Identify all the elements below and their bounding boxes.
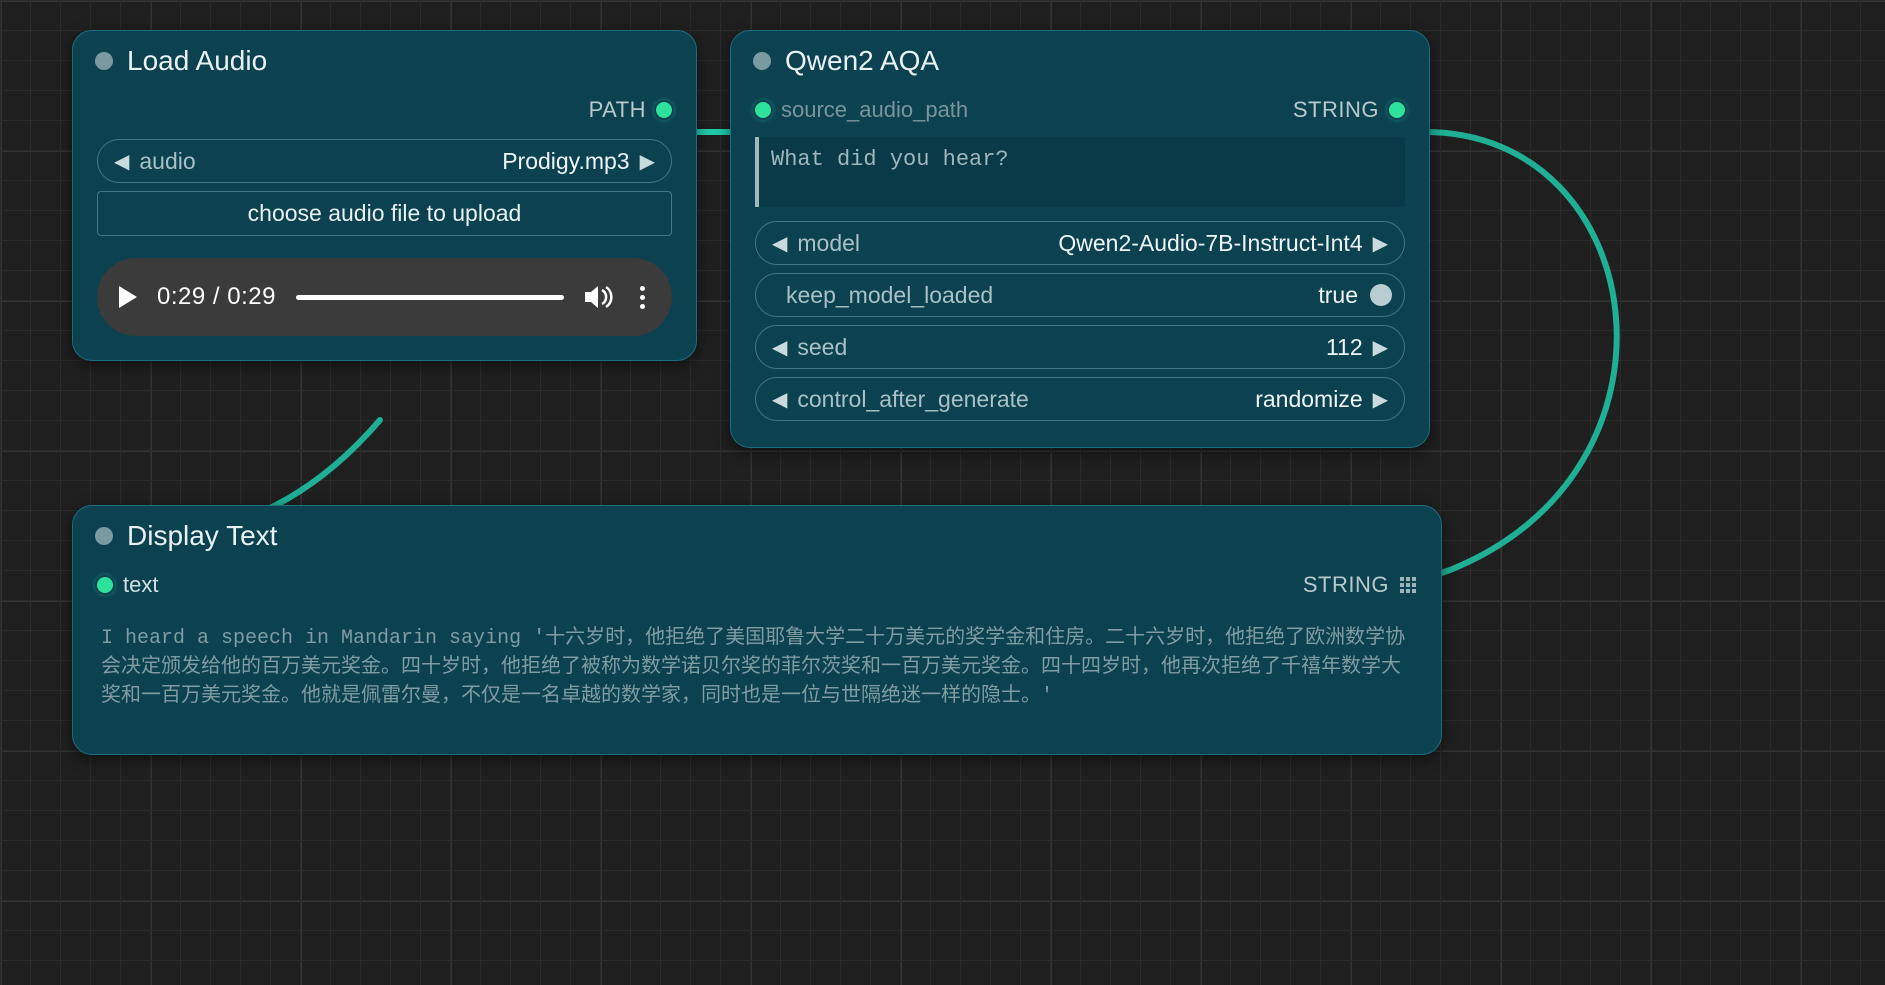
play-icon[interactable] (119, 286, 137, 308)
widget-label: control_after_generate (791, 386, 1028, 413)
chevron-left-icon[interactable]: ◀ (110, 149, 133, 174)
io-row: source_audio_path STRING (749, 93, 1411, 131)
node-load-audio[interactable]: Load Audio PATH ◀ audio Prodigy.mp3 ▶ ch… (72, 30, 697, 361)
upload-label: choose audio file to upload (248, 200, 522, 226)
control-after-generate-selector[interactable]: ◀ control_after_generate randomize ▶ (755, 377, 1405, 421)
widget-value: Qwen2-Audio-7B-Instruct-Int4 (860, 230, 1369, 257)
collapse-dot-icon[interactable] (753, 52, 771, 70)
chevron-left-icon[interactable]: ◀ (768, 387, 791, 412)
chevron-right-icon[interactable]: ▶ (1369, 335, 1392, 360)
chevron-right-icon[interactable]: ▶ (636, 149, 659, 174)
node-qwen2-aqa[interactable]: Qwen2 AQA source_audio_path STRING What … (730, 30, 1430, 448)
widget-label: audio (133, 148, 195, 175)
chevron-right-icon[interactable]: ▶ (1369, 231, 1392, 256)
widget-value: Prodigy.mp3 (196, 148, 636, 175)
widget-value: randomize (1029, 386, 1369, 413)
volume-icon[interactable] (584, 284, 614, 310)
audio-file-selector[interactable]: ◀ audio Prodigy.mp3 ▶ (97, 139, 672, 183)
node-header[interactable]: Load Audio (73, 31, 696, 87)
collapse-dot-icon[interactable] (95, 52, 113, 70)
widget-value: 112 (847, 334, 1368, 361)
node-header[interactable]: Display Text (73, 506, 1441, 562)
output-label-path: PATH (589, 97, 646, 123)
output-label-string: STRING (1303, 572, 1389, 598)
output-port-path[interactable] (656, 102, 672, 118)
input-port-text[interactable] (97, 577, 113, 593)
toggle-dot-icon[interactable] (1370, 284, 1392, 306)
input-port-source-audio-path[interactable] (755, 102, 771, 118)
widget-label: keep_model_loaded (768, 282, 993, 309)
chevron-left-icon[interactable]: ◀ (768, 231, 791, 256)
input-label-source-audio-path: source_audio_path (781, 97, 968, 123)
node-header[interactable]: Qwen2 AQA (731, 31, 1429, 87)
widget-label: model (791, 230, 860, 257)
output-port-string-grid-icon[interactable] (1399, 576, 1417, 594)
chevron-right-icon[interactable]: ▶ (1369, 387, 1392, 412)
io-row: PATH (91, 93, 678, 131)
output-label-string: STRING (1293, 97, 1379, 123)
player-time: 0:29 / 0:29 (157, 283, 276, 311)
seed-input[interactable]: ◀ seed 112 ▶ (755, 325, 1405, 369)
keep-model-loaded-toggle[interactable]: keep_model_loaded true (755, 273, 1405, 317)
widget-value: true (1318, 282, 1364, 309)
io-row: text STRING (91, 568, 1423, 606)
prompt-text: What did you hear? (771, 147, 1009, 172)
upload-audio-button[interactable]: choose audio file to upload (97, 191, 672, 236)
display-text-output: I heard a speech in Mandarin saying '十六岁… (101, 624, 1413, 711)
input-label-text: text (123, 572, 158, 598)
more-menu-icon[interactable] (634, 286, 650, 309)
chevron-left-icon[interactable]: ◀ (768, 335, 791, 360)
node-title: Display Text (127, 520, 277, 552)
node-title: Load Audio (127, 45, 267, 77)
collapse-dot-icon[interactable] (95, 527, 113, 545)
seek-track[interactable] (296, 295, 564, 300)
node-display-text[interactable]: Display Text text STRING (72, 505, 1442, 755)
prompt-textarea[interactable]: What did you hear? (755, 137, 1405, 207)
output-port-string[interactable] (1389, 102, 1405, 118)
widget-label: seed (791, 334, 847, 361)
node-title: Qwen2 AQA (785, 45, 939, 77)
model-selector[interactable]: ◀ model Qwen2-Audio-7B-Instruct-Int4 ▶ (755, 221, 1405, 265)
audio-player[interactable]: 0:29 / 0:29 (97, 258, 672, 336)
